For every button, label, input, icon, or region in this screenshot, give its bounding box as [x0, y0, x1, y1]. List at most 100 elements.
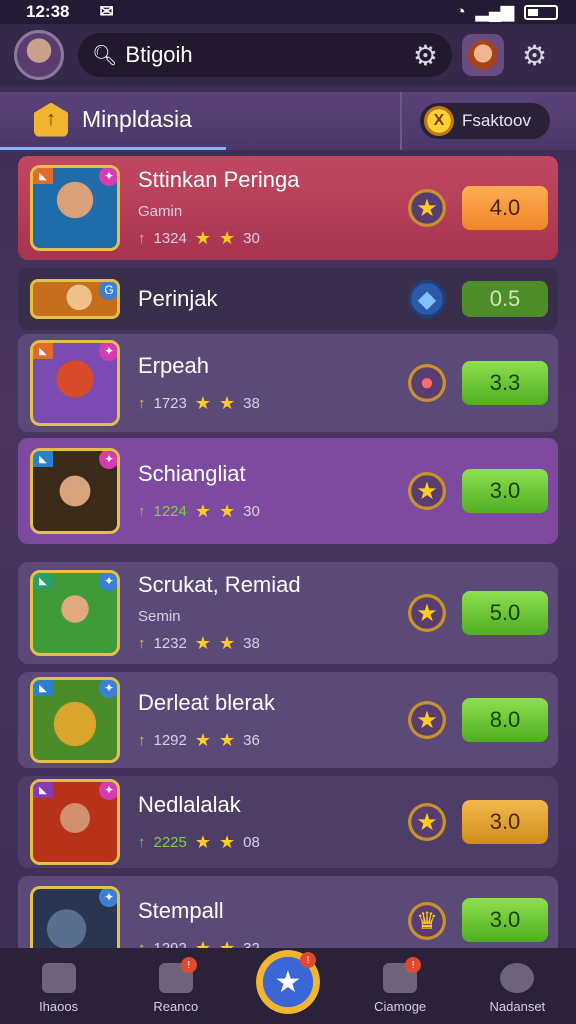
game-rating: 08 — [243, 833, 260, 851]
game-thumbnail: ◣ ✦ — [30, 340, 120, 426]
game-rating: 30 — [243, 502, 260, 520]
notification-dot: ! — [300, 952, 316, 968]
game-thumbnail: ◣ ✦ — [30, 779, 120, 865]
nav-label: Ihaoos — [39, 999, 79, 1014]
arrow-up-icon: ↑ — [138, 635, 146, 652]
nav-home[interactable]: Ihaoos — [14, 963, 104, 1014]
list-item[interactable]: ◣ ✦ Sttinkan Peringa Gamin ↑ 1324 ★ ★ 30… — [18, 156, 558, 260]
star-icon: ★ — [219, 729, 236, 750]
clock: 12:38 — [26, 2, 70, 21]
nav-reanco[interactable]: ! Reanco — [131, 957, 221, 1014]
score-button[interactable]: 0.5 — [462, 281, 548, 317]
game-title: Nedlalalak — [138, 791, 241, 817]
coins-label: Fsaktoov — [462, 111, 531, 130]
score-button[interactable]: 3.3 — [462, 361, 548, 405]
badge-icon: ✦ — [99, 782, 117, 800]
game-title: Sttinkan Peringa — [138, 167, 300, 192]
list-item[interactable]: ◣ ✦ Erpeah ↑ 1723 ★ ★ 38 ● 3.3 — [18, 334, 558, 432]
list-item[interactable]: G Perinjak ◆ 0.5 — [18, 268, 558, 330]
signal-icon: ▂▄▆ — [475, 2, 514, 21]
score-button[interactable]: 3.0 — [462, 469, 548, 513]
profile-face-icon — [468, 40, 498, 70]
tag-icon: ◣ — [33, 451, 53, 467]
score-button[interactable]: 8.0 — [462, 698, 548, 742]
badge-icon: ✦ — [99, 343, 117, 361]
favorite-star-icon[interactable]: ★ — [408, 472, 446, 510]
list-item[interactable]: ◣ ✦ Derleat blerak ↑ 1292 ★ ★ 36 ★ 8.0 — [18, 672, 558, 768]
star-icon: ★ — [219, 633, 236, 653]
game-thumbnail: ◣ ✦ — [30, 165, 120, 251]
search-box[interactable]: 🔍︎ Btigoih ⚙ — [78, 33, 452, 77]
list-item[interactable]: ◣ ✦ Schiangliat ↑ 1224 ★ ★ 30 ★ 3.0 — [18, 438, 558, 544]
game-rating: 38 — [243, 394, 260, 412]
wifi-icon: ◔ — [455, 2, 466, 21]
favorite-star-icon[interactable]: ★ — [408, 701, 446, 739]
game-count: 1292 — [153, 731, 187, 749]
search-settings-gear-icon[interactable]: ⚙ — [413, 39, 438, 72]
favorite-potion-icon[interactable]: ● — [408, 364, 446, 402]
search-input[interactable]: Btigoih — [125, 42, 405, 68]
score-button[interactable]: 3.0 — [462, 800, 548, 844]
nav-nadanset[interactable]: Nadanset — [472, 963, 562, 1014]
tag-icon: ◣ — [33, 573, 53, 589]
favorite-star-icon[interactable]: ★ — [408, 189, 446, 227]
arrow-up-icon: ↑ — [138, 394, 146, 412]
game-count: 1224 — [153, 502, 187, 520]
mail-icon: ✉ — [99, 2, 114, 21]
settings-gear-icon[interactable]: ⚙ — [522, 39, 547, 72]
favorite-crown-icon[interactable]: ♛ — [408, 902, 446, 940]
game-subtitle: Semin — [138, 608, 181, 625]
badge-icon: ✦ — [99, 573, 117, 591]
badge-icon: ✦ — [99, 451, 117, 469]
game-rating: 38 — [243, 635, 260, 652]
arrow-up-icon: ↑ — [138, 230, 146, 247]
nav-label: Reanco — [153, 999, 199, 1014]
game-title: Erpeah — [138, 352, 209, 378]
game-rating: 36 — [243, 731, 260, 749]
favorite-star-icon[interactable]: ★ — [408, 594, 446, 632]
star-icon: ★ — [194, 392, 212, 413]
notification-dot: ! — [180, 957, 197, 973]
star-icon: ★ — [194, 500, 212, 521]
game-thumbnail: ✦ — [30, 886, 120, 956]
arrow-up-icon: ↑ — [138, 502, 146, 520]
game-title: Derleat blerak — [138, 689, 275, 715]
score-button[interactable]: 4.0 — [462, 186, 548, 230]
coin-icon: X — [424, 106, 454, 136]
tag-icon: ◣ — [33, 168, 53, 184]
search-icon: 🔍︎ — [92, 44, 118, 67]
list-item[interactable]: ◣ ✦ Scrukat, Remiad Semin ↑ 1232 ★ ★ 38 … — [18, 562, 558, 664]
star-icon: ★ — [194, 831, 212, 852]
home-badge-icon: ↑ — [34, 102, 68, 137]
game-thumbnail: ◣ ✦ — [30, 448, 120, 534]
score-button[interactable]: 3.0 — [462, 898, 548, 942]
game-title: Schiangliat — [138, 460, 246, 486]
game-subtitle: Gamin — [138, 203, 183, 220]
badge-icon: ✦ — [99, 168, 117, 186]
avatar[interactable] — [14, 30, 64, 80]
tag-icon: ◣ — [33, 782, 53, 798]
favorite-star-icon[interactable]: ★ — [408, 803, 446, 841]
home-icon — [41, 963, 76, 993]
tab-minpldasia[interactable]: ↑ Minpldasia — [0, 92, 226, 150]
nav-label: Nadanset — [489, 999, 546, 1014]
favorite-gem-icon[interactable]: ◆ — [408, 280, 446, 318]
game-thumbnail: ◣ ✦ — [30, 677, 120, 763]
star-icon: ★ — [219, 228, 236, 248]
game-rating: 30 — [243, 230, 260, 247]
notification-dot: ! — [405, 957, 422, 973]
top-bar: 🔍︎ Btigoih ⚙ ⚙ — [0, 24, 576, 86]
badge-icon: ✦ — [99, 680, 117, 698]
list-item[interactable]: ✦ Stempall ↑ 1292 ★ ★ 32 ♛ 3.0 — [18, 876, 558, 956]
coins-pill[interactable]: X Fsaktoov — [420, 103, 550, 139]
game-thumbnail: ◣ ✦ — [30, 570, 120, 656]
list-item[interactable]: ◣ ✦ Nedlalalak ↑ 2225 ★ ★ 08 ★ 3.0 — [18, 776, 558, 868]
tab-divider — [400, 92, 402, 150]
arrow-up-icon: ↑ — [138, 731, 146, 749]
star-icon: ★ — [219, 500, 236, 521]
game-count: 1324 — [153, 230, 187, 247]
settings-icon — [500, 963, 535, 993]
profile-button[interactable] — [462, 34, 504, 76]
score-button[interactable]: 5.0 — [462, 591, 548, 635]
nav-ciamoge[interactable]: ! Ciamoge — [355, 957, 445, 1014]
